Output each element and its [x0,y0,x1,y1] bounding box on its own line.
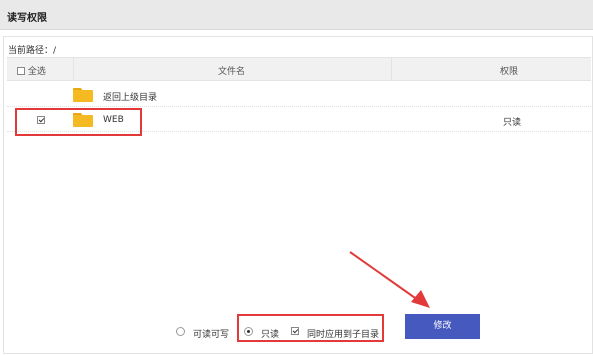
annotation-arrow [349,251,430,308]
